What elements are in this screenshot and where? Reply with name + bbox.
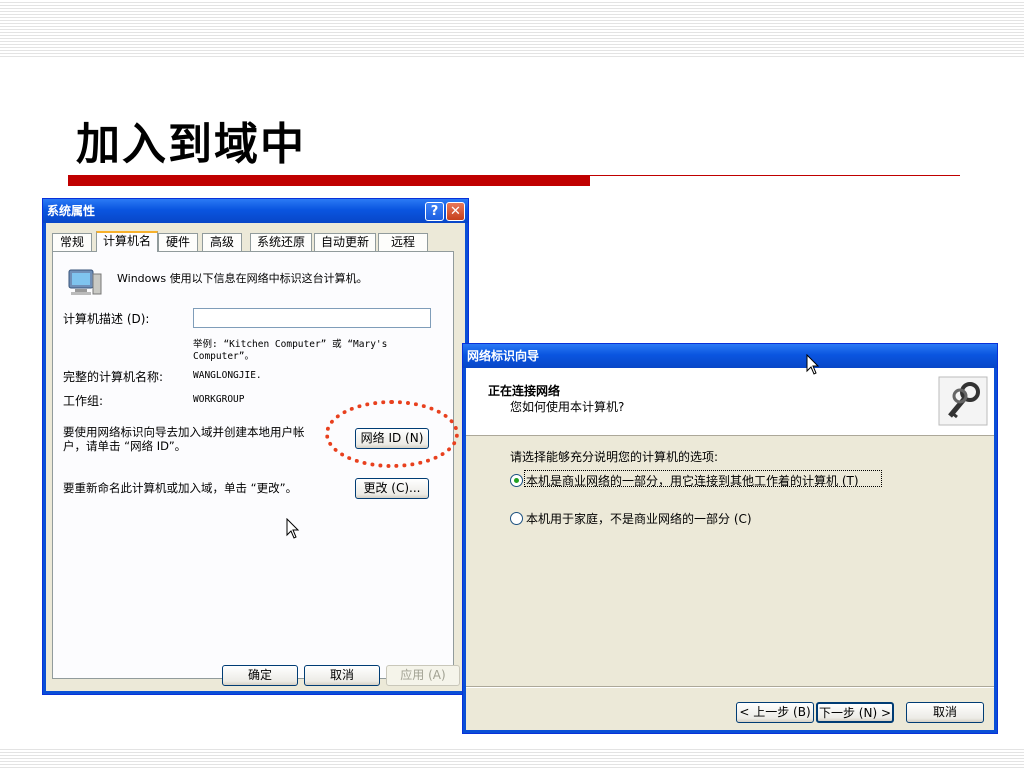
next-button[interactable]: 下一步 (N) > [816, 702, 894, 723]
radio-business-network[interactable] [510, 474, 523, 487]
option-home-use-label[interactable]: 本机用于家庭，不是商业网络的一部分 (C) [526, 510, 752, 527]
intro-text: Windows 使用以下信息在网络中标识这台计算机。 [117, 272, 368, 285]
network-id-highlight-circle [325, 400, 459, 468]
computer-icon [68, 269, 102, 295]
tab-system-restore[interactable]: 系统还原 [250, 233, 312, 251]
wizard-prompt: 请选择能够充分说明您的计算机的选项: [510, 450, 719, 464]
workgroup-label: 工作组: [63, 394, 104, 408]
mouse-cursor-icon [286, 518, 300, 539]
wizard-header-subtitle: 您如何使用本计算机? [510, 400, 625, 414]
change-button[interactable]: 更改 (C)... [355, 478, 429, 499]
tab-remote[interactable]: 远程 [378, 233, 428, 251]
close-icon[interactable]: ✕ [446, 202, 465, 221]
help-icon[interactable]: ? [425, 202, 444, 221]
slide-title: 加入到域中 [76, 119, 306, 170]
description-label: 计算机描述 (D): [63, 312, 150, 326]
keys-icon [938, 376, 988, 426]
tab-computer-name[interactable]: 计算机名 [96, 231, 158, 252]
wizard-header-title: 正在连接网络 [488, 384, 561, 398]
window-title: 系统属性 [47, 204, 96, 218]
radio-home-use[interactable] [510, 512, 523, 525]
workgroup-value: WORKGROUP [193, 394, 245, 405]
system-properties-titlebar[interactable]: 系统属性 ? ✕ [43, 199, 468, 223]
back-button[interactable]: < 上一步 (B) [736, 702, 814, 723]
title-underline-bar [68, 175, 590, 186]
tab-auto-update[interactable]: 自动更新 [314, 233, 376, 251]
network-id-wizard-window: 网络标识向导 正在连接网络 您如何使用本计算机? 请选择能够充分说明您的计算机的… [462, 343, 998, 734]
apply-button[interactable]: 应用 (A) [386, 665, 460, 686]
focus-rectangle [524, 470, 882, 487]
full-name-value: WANGLONGJIE. [193, 370, 262, 381]
network-id-text-line2: 户，请单击 “网络 ID”。 [63, 439, 187, 453]
ok-button[interactable]: 确定 [222, 665, 298, 686]
wizard-title: 网络标识向导 [467, 349, 540, 363]
tab-advanced[interactable]: 高级 [202, 233, 242, 251]
wizard-body: 正在连接网络 您如何使用本计算机? 请选择能够充分说明您的计算机的选项: 本机是… [466, 368, 994, 730]
wizard-titlebar[interactable]: 网络标识向导 [463, 344, 997, 368]
title-underline-line [590, 175, 960, 176]
computer-description-input[interactable] [193, 308, 431, 328]
mouse-pointer-icon [806, 354, 820, 375]
wizard-cancel-button[interactable]: 取消 [906, 702, 984, 723]
example-text-line2: Computer”。 [193, 351, 254, 362]
cancel-button[interactable]: 取消 [304, 665, 380, 686]
tab-general[interactable]: 常规 [52, 233, 92, 251]
rename-text: 要重新命名此计算机或加入域，单击 “更改”。 [63, 481, 298, 495]
full-name-label: 完整的计算机名称: [63, 370, 164, 384]
tab-hardware[interactable]: 硬件 [158, 233, 198, 251]
wizard-footer-divider [466, 686, 994, 688]
wizard-header: 正在连接网络 您如何使用本计算机? [466, 368, 994, 436]
